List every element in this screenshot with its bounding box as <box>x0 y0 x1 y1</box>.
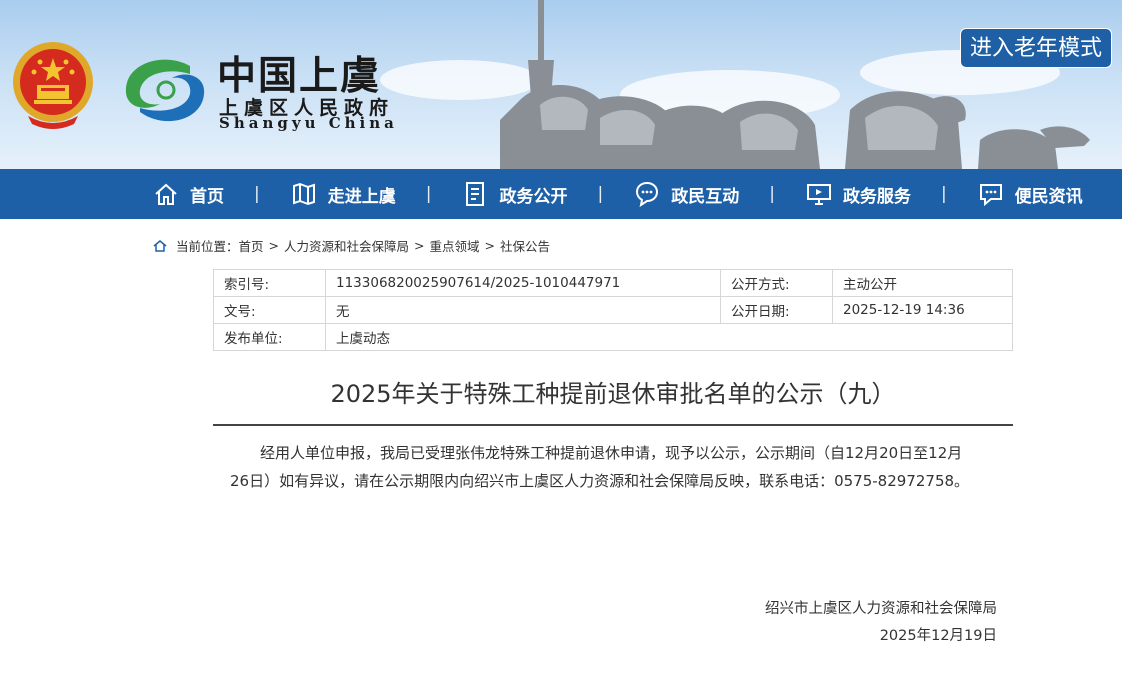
breadcrumb-separator: > <box>268 238 280 253</box>
breadcrumb: 当前位置： 首页 > 人力资源和社会保障局 > 重点领域 > 社保公告 <box>153 236 550 255</box>
breadcrumb-link-home[interactable]: 首页 <box>239 236 264 255</box>
elder-mode-button[interactable]: 进入老年模式 <box>959 28 1112 68</box>
breadcrumb-link-social-security[interactable]: 社保公告 <box>500 236 550 255</box>
breadcrumb-separator: > <box>414 238 425 253</box>
article-body: 经用人单位申报，我局已受理张伟龙特殊工种提前退休申请，现予以公示，公示期间（自1… <box>230 444 970 490</box>
meta-open-date-value: 2025-12-19 14:36 <box>832 296 1013 324</box>
elephant-statues-image <box>500 0 1090 169</box>
breadcrumb-link-key-areas[interactable]: 重点领域 <box>430 236 480 255</box>
breadcrumb-prefix: 当前位置： <box>176 239 239 254</box>
nav-item-label: 走进上虞 <box>327 186 396 207</box>
nav-item-label: 便民资讯 <box>1014 186 1083 207</box>
nav-item-label: 首页 <box>190 186 224 207</box>
nav-separator: | <box>769 184 775 204</box>
meta-open-mode-value: 主动公开 <box>832 269 1013 297</box>
nav-item-home[interactable]: 首页 <box>152 169 224 219</box>
meta-label: 公开方式: <box>720 269 833 297</box>
monitor-icon <box>806 184 831 205</box>
meta-label: 索引号: <box>213 269 326 297</box>
meta-label: 公开日期: <box>720 296 833 324</box>
document-icon <box>466 182 485 206</box>
table-row: 发布单位: 上虞动态 <box>213 323 1013 351</box>
table-row: 文号: 无 公开日期: 2025-12-19 14:36 <box>213 296 1013 324</box>
map-icon <box>292 182 315 206</box>
article-title: 2025年关于特殊工种提前退休审批名单的公示（九） <box>330 380 896 408</box>
signature-date: 2025年12月19日 <box>879 628 997 644</box>
nav-separator: | <box>940 184 947 204</box>
meta-doc-no-value: 无 <box>325 296 721 324</box>
chat-icon <box>636 181 659 208</box>
national-emblem-icon <box>13 42 93 129</box>
signature-org: 绍兴市上虞区人力资源和社会保障局 <box>765 601 997 617</box>
nav-separator: | <box>254 184 260 204</box>
document-meta-table: 索引号: 113306820025907614/2025-1010447971 … <box>213 269 1013 351</box>
meta-label: 发布单位: <box>213 323 326 351</box>
meta-label: 文号: <box>213 296 326 324</box>
home-icon <box>153 239 167 252</box>
main-nav: 首页 | 走进上虞 | 政务公开 | 政民互动 | 政务服务 | 便民资讯 <box>0 169 1122 219</box>
nav-item-government-affairs[interactable]: 政务公开 <box>461 169 567 219</box>
nav-item-services[interactable]: 政务服务 <box>805 169 911 219</box>
title-divider <box>213 424 1013 426</box>
nav-separator: | <box>425 184 432 204</box>
home-icon <box>155 183 177 205</box>
nav-item-label: 政民互动 <box>671 186 740 207</box>
nav-item-interaction[interactable]: 政民互动 <box>633 169 739 219</box>
breadcrumb-link-hr-bureau[interactable]: 人力资源和社会保障局 <box>284 236 409 255</box>
brand-english: Shangyu China <box>219 114 398 132</box>
nav-item-about[interactable]: 走进上虞 <box>290 169 396 219</box>
nav-separator: | <box>597 184 604 204</box>
table-row: 索引号: 113306820025907614/2025-1010447971 … <box>213 269 1013 297</box>
nav-item-label: 政务服务 <box>842 186 911 207</box>
breadcrumb-separator: > <box>484 238 496 253</box>
meta-index-value: 113306820025907614/2025-1010447971 <box>325 269 721 297</box>
meta-publisher-value: 上虞动态 <box>325 323 1013 351</box>
message-icon <box>979 184 1002 207</box>
nav-item-label: 政务公开 <box>499 186 568 207</box>
nav-item-public-info[interactable]: 便民资讯 <box>977 169 1083 219</box>
shangyu-logo-icon <box>125 59 205 122</box>
header-banner: 中国上虞 上虞区人民政府 Shangyu China 进入老年模式 <box>0 0 1122 169</box>
